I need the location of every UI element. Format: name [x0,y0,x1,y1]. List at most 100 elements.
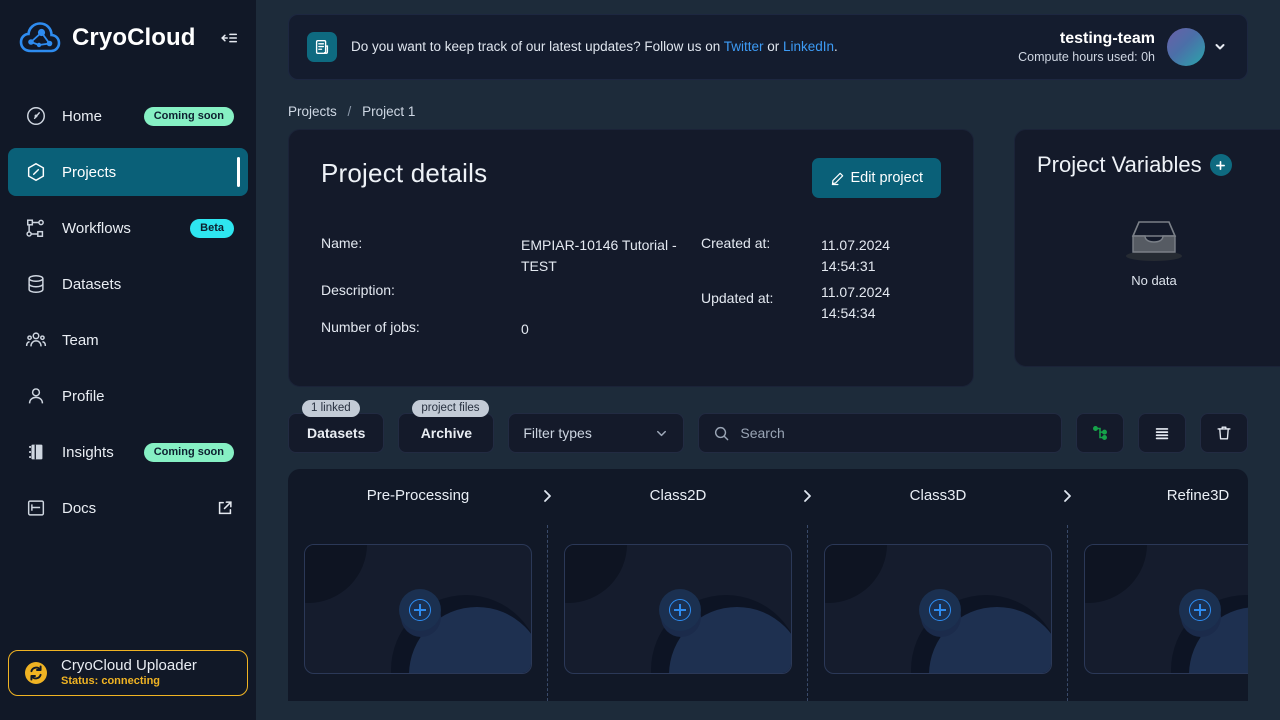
team-name: testing-team [1059,29,1155,47]
decoration-blob [825,545,887,603]
chevron-down-icon[interactable] [1213,40,1227,54]
datasets-chip-wrap: 1 linked Datasets [288,400,385,453]
datasets-badge: 1 linked [302,400,360,417]
project-details-header: Project details Edit project [321,158,941,198]
sidebar-item-label: Projects [62,163,117,181]
delete-button[interactable] [1200,413,1248,453]
people-icon [24,328,48,352]
main-content: Do you want to keep track of our latest … [256,0,1280,720]
doc-icon [24,496,48,520]
sidebar-item-team[interactable]: Team [8,316,248,364]
column-title: Refine3D [1166,487,1230,504]
pencil-icon [830,171,845,186]
gauge-icon [24,104,48,128]
add-job-card[interactable] [564,544,792,674]
sidebar-item-label: Insights [62,443,114,461]
badge-coming-soon: Coming soon [143,442,234,462]
search-box[interactable] [698,413,1062,453]
filter-types-select[interactable]: Filter types [508,413,685,453]
plus-circle-icon[interactable] [1179,589,1221,631]
spacer-cell-2 [821,319,941,340]
decoration-blob [1085,545,1147,603]
sidebar: CryoCloud Home Coming soon Projects Work… [0,0,256,720]
announcement-text: Do you want to keep track of our latest … [351,39,724,54]
no-data-label: No data [1131,273,1177,288]
board-column-class3d: Class3D [808,469,1071,701]
page-title: Project details [321,158,488,188]
add-job-card[interactable] [1084,544,1248,674]
board-column-refine3d: Refine3D [1068,469,1248,701]
created-date: 11.07.2024 [821,237,891,253]
add-variable-button[interactable] [1209,154,1232,176]
sidebar-item-home[interactable]: Home Coming soon [8,92,248,140]
workflow-tree-icon [1091,424,1109,442]
label-updated-at: Updated at: [701,290,774,306]
sidebar-item-docs[interactable]: Docs [8,484,248,532]
trash-icon [1215,424,1233,442]
team-info: testing-team Compute hours used: 0h [1018,29,1155,66]
sidebar-item-datasets[interactable]: Datasets [8,260,248,308]
label-number-of-jobs: Number of jobs: [321,319,420,335]
archive-badge: project files [412,400,489,417]
linkedin-link[interactable]: LinkedIn [783,39,834,54]
archive-tab[interactable]: Archive [398,413,495,453]
value-number-of-jobs: 0 [521,321,529,337]
plus-circle-icon[interactable] [399,589,441,631]
announcement-message: Do you want to keep track of our latest … [351,38,1018,56]
sidebar-item-label: Home [62,107,103,125]
value-name: EMPIAR-10146 Tutorial - TEST [521,237,677,274]
plus-circle-icon[interactable] [919,589,961,631]
board-column-pre-processing: Pre-Processing [288,469,551,701]
sidebar-item-projects[interactable]: Projects [8,148,248,196]
list-view-button[interactable] [1138,413,1186,453]
announcement-banner: Do you want to keep track of our latest … [288,14,1248,80]
board-toolbar: 1 linked Datasets project files Archive … [288,400,1248,453]
breadcrumb-projects[interactable]: Projects [288,104,337,119]
breadcrumb: Projects / Project 1 [288,104,1248,119]
cryocloud-uploader-status[interactable]: CryoCloud Uploader Status: connecting [8,650,248,696]
sidebar-item-label: Datasets [62,275,122,293]
add-job-card[interactable] [824,544,1052,674]
datasets-tab[interactable]: Datasets [288,413,385,453]
decoration-blob [305,545,367,603]
compute-hours: Compute hours used: 0h [1018,49,1155,64]
sidebar-item-insights[interactable]: Insights Coming soon [8,428,248,476]
user-icon [24,384,48,408]
workflow-tree-button[interactable] [1076,413,1124,453]
collapse-sidebar-icon[interactable] [218,27,240,49]
value-created-at: 11.07.2024 14:54:31 [821,235,941,282]
sidebar-item-label: Workflows [62,219,131,237]
label-name: Name: [321,235,363,251]
brand-row: CryoCloud [0,0,256,76]
app-root: CryoCloud Home Coming soon Projects Work… [0,0,1280,720]
uploader-title: CryoCloud Uploader [61,657,197,674]
column-title: Class2D [649,487,707,504]
created-time: 14:54:31 [821,258,876,274]
avatar[interactable] [1167,28,1205,66]
search-icon [713,425,730,442]
value-updated-at: 11.07.2024 14:54:34 [821,282,941,321]
archive-chip-wrap: project files Archive [398,400,495,453]
sidebar-item-workflows[interactable]: Workflows Beta [8,204,248,252]
uploader-status: Status: connecting [61,675,161,687]
twitter-link[interactable]: Twitter [724,39,764,54]
workflow-icon [24,216,48,240]
project-details-card: Project details Edit project Name: EMPIA… [288,129,974,387]
announcement-icon [307,32,337,62]
sidebar-item-label: Docs [62,499,97,517]
empty-box-icon [1122,214,1186,269]
list-icon [1153,424,1171,442]
sidebar-item-profile[interactable]: Profile [8,372,248,420]
add-job-card[interactable] [304,544,532,674]
sync-circle-icon [23,660,49,686]
search-input[interactable] [740,425,1047,441]
hexagon-icon [24,160,48,184]
sidebar-nav: Home Coming soon Projects Workflows Beta… [0,92,256,540]
external-link-icon[interactable] [216,499,234,517]
edit-project-button[interactable]: Edit project [812,158,941,198]
breadcrumb-separator: / [347,104,352,119]
badge-coming-soon: Coming soon [143,106,234,126]
breadcrumb-current[interactable]: Project 1 [362,104,415,119]
chevron-down-icon [654,426,669,441]
plus-circle-icon[interactable] [659,589,701,631]
